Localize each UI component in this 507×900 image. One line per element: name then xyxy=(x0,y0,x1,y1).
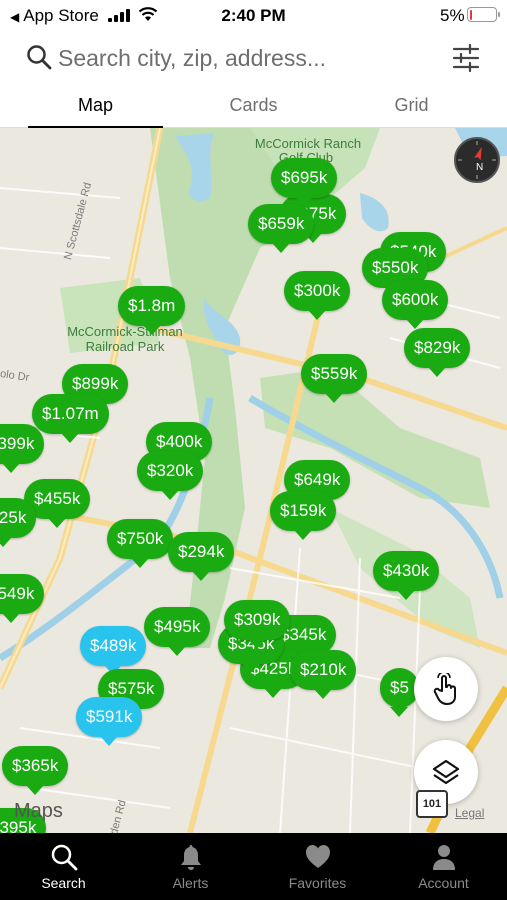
bottom-tab-label: Account xyxy=(418,875,469,891)
compass-label: N xyxy=(476,162,484,173)
price-pin[interactable]: $1.07m xyxy=(32,394,109,443)
bottom-tab-account[interactable]: Account xyxy=(380,833,507,900)
price-pin[interactable]: $695k xyxy=(271,158,338,207)
bottom-tab-alerts[interactable]: Alerts xyxy=(127,833,254,900)
status-bar: ◀ App Store 2:40 PM 5% xyxy=(0,0,507,32)
person-icon xyxy=(432,845,455,870)
map-view[interactable]: McCormick Ranch Golf Club McCormick-Stil… xyxy=(0,128,507,833)
heart-icon xyxy=(305,845,330,868)
price-pin[interactable]: $829k xyxy=(404,328,471,377)
price-pin[interactable]: $1.8m xyxy=(118,286,186,335)
price-pin[interactable]: $365k xyxy=(2,746,69,795)
price-pin[interactable]: $159k xyxy=(270,491,337,540)
tab-map[interactable]: Map xyxy=(28,84,163,129)
price-pin[interactable]: $559k xyxy=(301,354,368,403)
price-pin[interactable]: $300k xyxy=(284,271,351,320)
compass-icon[interactable]: N xyxy=(454,137,500,183)
price-pin[interactable]: $399k xyxy=(0,424,45,473)
map-label-railroad-park: McCormick-Stillman Railroad Park xyxy=(67,324,183,354)
price-pin[interactable]: $430k xyxy=(373,551,440,600)
search-input[interactable] xyxy=(58,42,418,74)
bottom-tab-label: Favorites xyxy=(288,875,347,891)
tab-grid[interactable]: Grid xyxy=(344,84,479,128)
map-label-mccormick-ranch: McCormick Ranch xyxy=(254,136,362,151)
battery-icon xyxy=(467,7,500,22)
price-pin[interactable]: $600k xyxy=(382,280,449,329)
apple-maps-attribution: Maps xyxy=(14,800,63,823)
bottom-tab-bar: Search Alerts Favorites Account xyxy=(0,833,507,900)
price-pin[interactable]: $210k xyxy=(290,650,357,699)
tab-cards[interactable]: Cards xyxy=(186,84,321,128)
bottom-tab-favorites[interactable]: Favorites xyxy=(254,833,381,900)
draw-search-button[interactable] xyxy=(414,657,478,721)
view-tabs: Map Cards Grid xyxy=(0,84,507,129)
battery-level-fill xyxy=(469,9,472,20)
search-icon xyxy=(27,45,52,70)
price-pin[interactable]: $320k xyxy=(137,451,204,500)
price-pin[interactable]: $495k xyxy=(144,607,211,656)
price-pin[interactable]: $309k xyxy=(224,600,291,649)
clock: 2:40 PM xyxy=(221,6,286,25)
search-bar xyxy=(0,32,507,84)
price-pin[interactable]: $750k xyxy=(107,519,174,568)
layers-icon xyxy=(432,759,460,785)
bottom-tab-search[interactable]: Search xyxy=(0,833,127,900)
highway-shield-icon: 101 xyxy=(416,790,448,818)
price-pin-viewed[interactable]: $489k xyxy=(80,626,147,675)
price-pin-viewed[interactable]: $591k xyxy=(76,697,143,746)
price-pin[interactable]: $294k xyxy=(168,532,235,581)
bottom-tab-label: Alerts xyxy=(172,875,209,891)
bell-icon xyxy=(180,845,201,870)
price-pin[interactable]: $659k xyxy=(248,204,315,253)
maps-label: Maps xyxy=(14,800,63,822)
hand-pointer-icon xyxy=(433,673,457,705)
search-icon xyxy=(51,844,77,871)
bottom-tab-label: Search xyxy=(41,875,86,891)
battery-percent: 5% xyxy=(440,6,465,25)
legal-link[interactable]: Legal xyxy=(455,806,484,820)
sliders-icon[interactable] xyxy=(450,42,482,74)
price-pin[interactable]: $549k xyxy=(0,574,45,623)
